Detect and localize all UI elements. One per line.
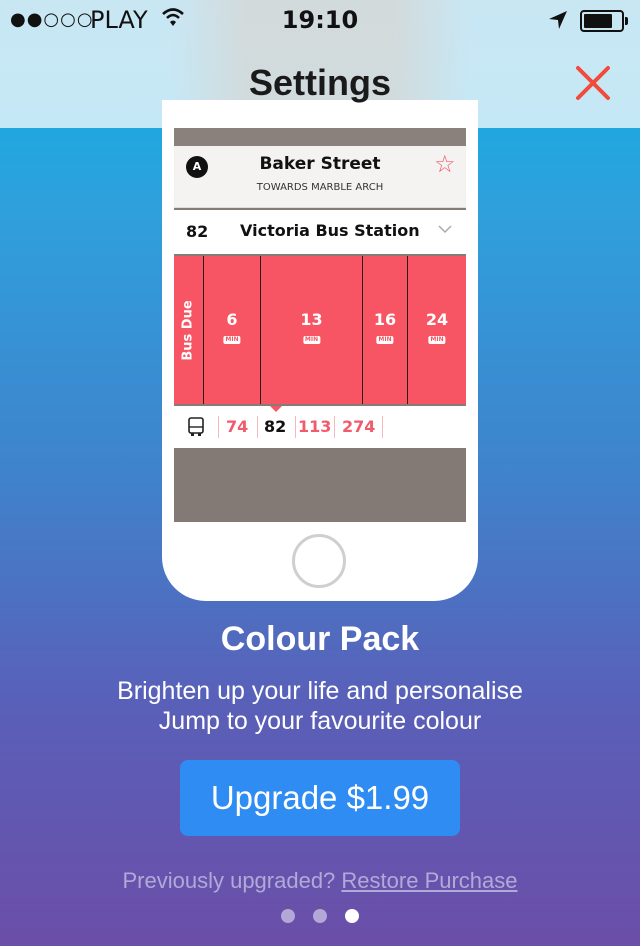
promo-line-2: Jump to your favourite colour [158, 707, 482, 735]
arrival-minutes: 24 [425, 310, 449, 329]
arrival-minutes: 6 [226, 310, 238, 329]
promo-line-1: Brighten up your life and personalise [117, 677, 523, 705]
chevron-down-icon [438, 225, 452, 234]
page-title: Settings [248, 62, 391, 103]
bus-due-label: Bus Due [181, 299, 197, 361]
map-background [174, 128, 466, 146]
promo-description: Brighten up your life and personalise Ju… [0, 676, 640, 736]
bus-icon [188, 417, 204, 436]
page-dot-1[interactable] [281, 909, 295, 923]
minutes-unit: MIN [302, 336, 321, 344]
stop-card: A Baker Street TOWARDS MARBLE ARCH ☆ [174, 146, 466, 208]
arrival-time-4: 24 MIN [408, 256, 466, 404]
close-button[interactable] [572, 62, 614, 104]
tab-divider [218, 416, 219, 438]
active-tab-indicator [270, 406, 282, 412]
tab-bus-82[interactable]: 82 [264, 417, 286, 436]
minutes-unit: MIN [428, 336, 446, 344]
page-dot-3[interactable] [345, 909, 359, 923]
tab-bus-274[interactable]: 274 [342, 417, 375, 436]
arrival-minutes: 13 [300, 310, 323, 329]
page-dot-2[interactable] [313, 909, 327, 923]
restore-prompt: Previously upgraded? [122, 868, 336, 893]
bus-tabs: 74 82 113 274 [174, 406, 466, 448]
tab-divider [334, 416, 335, 438]
route-destination: Victoria Bus Station [240, 221, 420, 240]
restore-purchase-link[interactable]: Restore Purchase [341, 868, 517, 893]
tab-divider [257, 416, 258, 438]
page-indicator [281, 909, 361, 923]
status-time: 19:10 [281, 6, 359, 34]
minutes-unit: MIN [223, 336, 241, 344]
favourite-star-icon[interactable]: ☆ [434, 150, 456, 178]
arrival-time-2: 13 MIN [261, 256, 363, 404]
tab-bus-113[interactable]: 113 [298, 417, 331, 436]
route-number: 82 [186, 222, 209, 241]
arrival-time-3: 16 MIN [363, 256, 408, 404]
location-arrow-icon [548, 8, 568, 36]
map-background [174, 448, 466, 522]
stop-direction: TOWARDS MARBLE ARCH [256, 182, 384, 193]
preview-screen: A Baker Street TOWARDS MARBLE ARCH ☆ 82 … [174, 128, 466, 522]
bus-due-column: Bus Due [174, 256, 204, 404]
restore-line: Previously upgraded? Restore Purchase [0, 868, 640, 894]
phone-home-button [292, 534, 346, 588]
arrival-minutes: 16 [373, 310, 397, 329]
tab-divider [295, 416, 296, 438]
arrival-time-1: 6 MIN [204, 256, 261, 404]
minutes-unit: MIN [376, 336, 394, 344]
upgrade-button[interactable]: Upgrade $1.99 [180, 760, 460, 836]
tab-divider [382, 416, 383, 438]
promo-title: Colour Pack [220, 620, 420, 658]
route-selector[interactable]: 82 Victoria Bus Station [174, 210, 466, 254]
battery-icon [580, 10, 628, 32]
close-icon [576, 66, 610, 100]
tab-bus-74[interactable]: 74 [226, 417, 248, 436]
status-bar: ●●○○○ PLAY 19:10 [0, 0, 640, 40]
arrival-times: Bus Due 6 MIN 13 MIN 16 MIN 24 MIN [174, 256, 466, 404]
stop-name: Baker Street [259, 154, 381, 174]
